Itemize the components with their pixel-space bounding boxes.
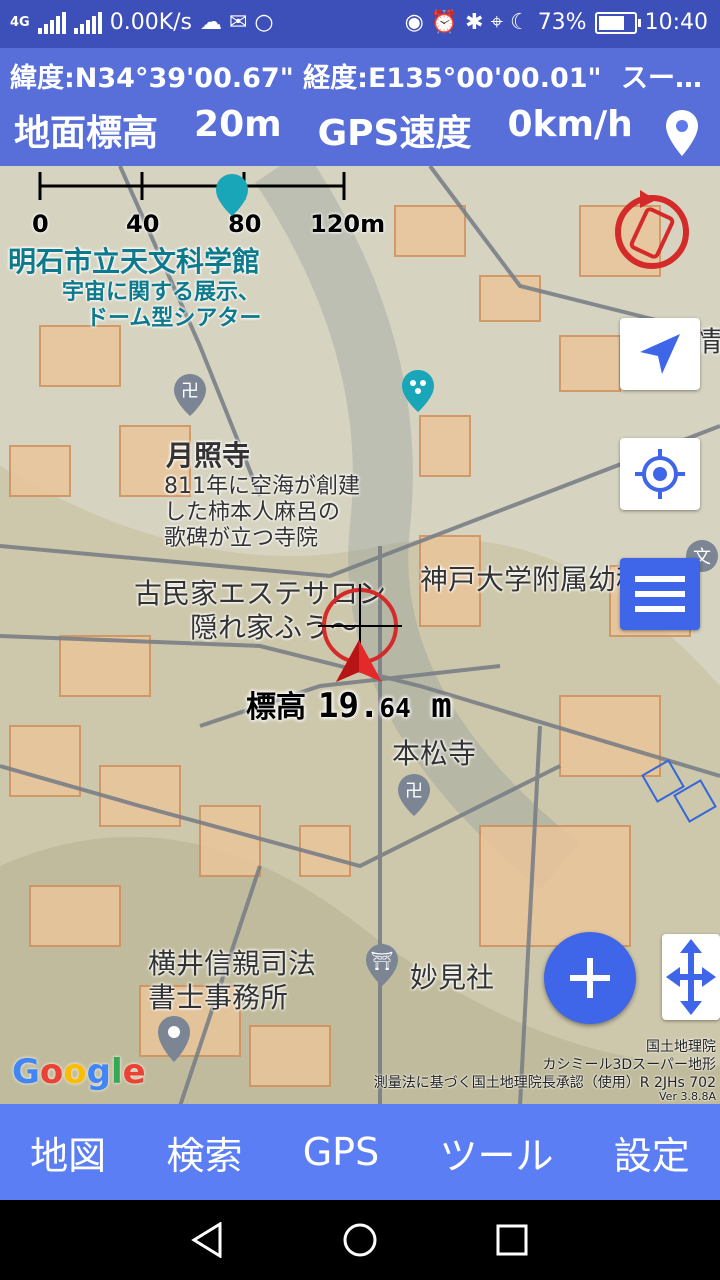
- app-version: Ver 3.8.8A: [659, 1090, 716, 1103]
- nav-settings[interactable]: 設定: [608, 1125, 696, 1180]
- navigation-arrow-icon: [640, 334, 680, 374]
- elevation-integer: 19.: [318, 686, 380, 726]
- scale-tick-0: 0: [32, 210, 49, 238]
- nav-search[interactable]: 検索: [160, 1125, 248, 1180]
- my-location-button[interactable]: [620, 438, 700, 510]
- current-heading-arrow-icon: [334, 638, 384, 686]
- svg-text:⛩: ⛩: [371, 951, 394, 972]
- shrine-marker-icon[interactable]: ⛩: [364, 942, 400, 988]
- zoom-in-button[interactable]: [544, 932, 636, 1024]
- gps-speed-value: 0km/h: [507, 104, 633, 145]
- info-bar: 緯度:N34°39'00.67" 経度:E135°00'00.01" スー… 地…: [0, 48, 720, 166]
- gps-target-icon: [635, 449, 685, 499]
- poi-yokoi-office-line2[interactable]: 書士事務所: [148, 976, 288, 1016]
- scale-tick-40: 40: [126, 210, 160, 238]
- temple-marker-icon[interactable]: 卍: [172, 372, 208, 418]
- coords-text: 緯度:N34°39'00.67" 経度:E135°00'00.01": [10, 63, 602, 94]
- net-speed: 0.00K/s: [109, 10, 193, 35]
- attribution-line2: カシミール3Dスーパー地形: [542, 1057, 716, 1073]
- system-nav-bar: [0, 1200, 720, 1280]
- svg-text:卍: 卍: [405, 781, 423, 802]
- ground-altitude-label: 地面標高: [14, 113, 159, 154]
- nav-map[interactable]: 地図: [24, 1125, 112, 1180]
- network-type: 4G: [10, 15, 30, 30]
- battery-icon: [594, 11, 641, 34]
- elevation-readout: 標高 19.64 m: [246, 682, 452, 726]
- back-icon[interactable]: [190, 1221, 224, 1262]
- altitude-row: 地面標高 20m GPS速度 0km/h: [14, 104, 633, 156]
- home-icon[interactable]: [342, 1222, 378, 1262]
- scale-tick-120: 120m: [310, 210, 386, 238]
- svg-text:卍: 卍: [181, 381, 199, 402]
- clock: 10:40: [644, 10, 708, 35]
- signal-icon-2: [73, 11, 102, 34]
- poi-gessho-ji-desc3: 歌碑が立つ寺院: [164, 526, 319, 551]
- pan-move-button[interactable]: [662, 934, 720, 1020]
- coords-row: 緯度:N34°39'00.67" 経度:E135°00'00.01" スー…: [10, 56, 710, 95]
- hamburger-icon: [635, 576, 685, 612]
- teal-marker-icon[interactable]: [400, 368, 436, 414]
- bottom-nav: 地図 検索 GPS ツール 設定: [0, 1104, 720, 1200]
- google-logo: Google: [12, 1052, 146, 1092]
- notification-icons: ☁ ✉ ○: [200, 10, 274, 35]
- map-scale: 0 40 80 120m: [22, 170, 385, 238]
- system-icons: ◉ ⏰ ✱ ⌖ ☾: [404, 10, 530, 35]
- ground-altitude-value: 20m: [194, 104, 282, 145]
- coords-more: スー…: [621, 63, 702, 94]
- poi-honsho-ji[interactable]: 本松寺: [392, 732, 476, 772]
- poi-kobe-kindergarten[interactable]: 神戸大学附属幼稚: [420, 558, 644, 598]
- navigate-button[interactable]: [620, 318, 700, 390]
- recents-icon[interactable]: [496, 1224, 528, 1260]
- status-bar: 4G 0.00K/s ☁ ✉ ○ ◉ ⏰ ✱ ⌖ ☾ 73% 10:40: [0, 0, 720, 48]
- teal-marker-icon-2[interactable]: [214, 172, 250, 218]
- map-view[interactable]: 0 40 80 120m 明石市立天文科学館 宇宙に関する展示、 ドーム型シアタ…: [0, 166, 720, 1106]
- gps-speed-label: GPS速度: [317, 113, 472, 154]
- attribution-line1: 国土地理院: [646, 1039, 716, 1055]
- battery-percent: 73%: [537, 10, 587, 35]
- poi-planetarium-desc2: ドーム型シアター: [86, 306, 262, 331]
- poi-myoken-sha[interactable]: 妙見社: [410, 956, 494, 996]
- scale-bar: [38, 172, 346, 200]
- location-pin-icon[interactable]: [664, 108, 700, 162]
- temple-marker-icon-2[interactable]: 卍: [396, 772, 432, 818]
- move-arrows-icon: [666, 939, 716, 1015]
- rotation-lock-icon[interactable]: [612, 186, 692, 276]
- nav-tools[interactable]: ツール: [434, 1125, 560, 1180]
- elevation-decimal: 64: [379, 694, 411, 724]
- attribution-line3: 測量法に基づく国土地理院長承認（使用）R 2JHs 702: [373, 1075, 716, 1091]
- plus-icon: [570, 958, 610, 998]
- nav-gps[interactable]: GPS: [297, 1130, 385, 1174]
- place-marker-icon[interactable]: [156, 1014, 192, 1062]
- elevation-label: 標高: [246, 690, 306, 725]
- signal-icon: [37, 11, 66, 34]
- elevation-unit: m: [431, 686, 452, 726]
- menu-button[interactable]: [620, 558, 700, 630]
